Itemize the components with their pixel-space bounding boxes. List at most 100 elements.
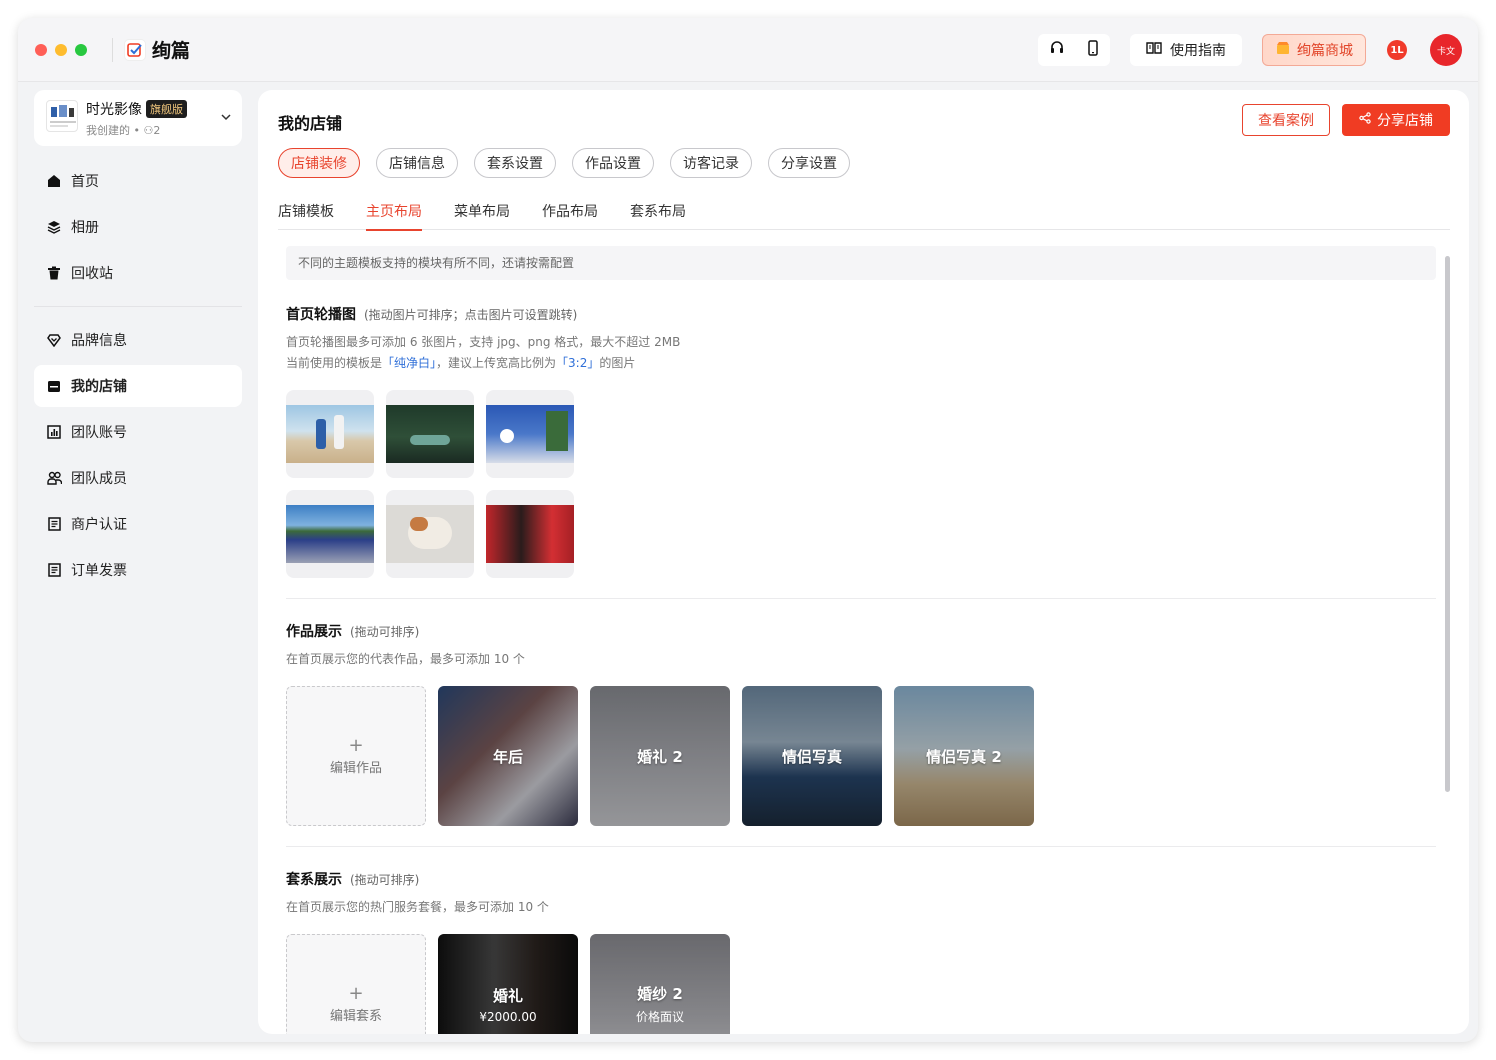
sidebar-item-brand[interactable]: 品牌信息	[34, 319, 242, 361]
store-icon	[46, 378, 62, 394]
sidebar-nav: 首页 相册 回收站 品牌信息 我的店铺 团队账号 团队成员 商户认证 订单发票	[34, 160, 242, 591]
maximize-window-button[interactable]	[75, 44, 87, 56]
studio-subtitle: 我创建的 • ⚇2	[86, 124, 161, 137]
home-layout-content: 不同的主题模板支持的模块有所不同，还请按需配置 首页轮播图 (拖动图片可排序；点击…	[286, 246, 1436, 1034]
banner-image-beach-couple	[286, 405, 374, 463]
plus-icon: +	[348, 734, 364, 756]
section-divider	[286, 598, 1436, 599]
package-card-price: ¥2000.00	[479, 1009, 537, 1024]
view-cases-button[interactable]: 查看案例	[1242, 104, 1330, 136]
packages-hint: (拖动可排序)	[350, 873, 420, 887]
studio-switcher[interactable]: 时光影像 旗舰版 我创建的 • ⚇2	[34, 90, 242, 146]
pill-visitor-log[interactable]: 访客记录	[670, 148, 752, 178]
team-icon	[46, 470, 62, 486]
packages-title: 套系展示	[286, 872, 342, 888]
banner-item[interactable]	[386, 490, 474, 578]
mall-label: 绚篇商城	[1297, 43, 1353, 59]
pill-package-settings[interactable]: 套系设置	[474, 148, 556, 178]
app-window: 绚篇 使用指南 绚篇商城 1L 卡文 时光影像 旗舰版 我创建的 • ⚇2 首页…	[18, 18, 1478, 1042]
minimize-window-button[interactable]	[55, 44, 67, 56]
tab-menu-layout[interactable]: 菜单布局	[454, 194, 510, 230]
studio-name-text: 时光影像	[86, 102, 142, 118]
sidebar-item-label: 品牌信息	[71, 333, 127, 349]
works-row: + 编辑作品 年后 婚礼 2 情侣写真 情侣写真 2	[286, 686, 1436, 826]
pill-store-info[interactable]: 店铺信息	[376, 148, 458, 178]
tab-home-layout[interactable]: 主页布局	[366, 194, 422, 231]
close-window-button[interactable]	[35, 44, 47, 56]
pill-work-settings[interactable]: 作品设置	[572, 148, 654, 178]
work-card-title: 年后	[492, 747, 523, 766]
banner-desc-2: 当前使用的模板是「纯净白」，建议上传宽高比例为「3:2」的图片	[286, 353, 1436, 374]
share-icon	[1359, 112, 1371, 128]
works-section: 作品展示 (拖动可排序) 在首页展示您的代表作品，最多可添加 10 个 + 编辑作…	[286, 621, 1436, 826]
sidebar-item-merchant-auth[interactable]: 商户认证	[34, 503, 242, 545]
banner-image-boat	[386, 405, 474, 463]
section-title: 套系展示 (拖动可排序)	[286, 869, 1436, 889]
banner-item[interactable]	[286, 490, 374, 578]
banner-item[interactable]	[286, 390, 374, 478]
sidebar-item-album[interactable]: 相册	[34, 206, 242, 248]
work-card[interactable]: 情侣写真 2	[894, 686, 1034, 826]
user-avatar[interactable]: 卡文	[1430, 34, 1462, 66]
works-hint: (拖动可排序)	[350, 625, 420, 639]
banner-image-stadium	[286, 505, 374, 563]
tab-store-template[interactable]: 店铺模板	[278, 194, 334, 230]
template-tip: 不同的主题模板支持的模块有所不同，还请按需配置	[286, 246, 1436, 280]
package-card-price: 价格面议	[635, 1010, 684, 1024]
banner-desc-1: 首页轮播图最多可添加 6 张图片，支持 jpg、png 格式，最大不超过 2MB	[286, 335, 681, 349]
sidebar-item-team-account[interactable]: 团队账号	[34, 411, 242, 453]
package-card-title: 婚礼	[492, 986, 523, 1005]
banner-item[interactable]	[486, 490, 574, 578]
sidebar-item-trash[interactable]: 回收站	[34, 252, 242, 294]
banner-hint: (拖动图片可排序；点击图片可设置跳转)	[364, 308, 578, 322]
pill-share-settings[interactable]: 分享设置	[768, 148, 850, 178]
work-card[interactable]: 婚礼 2	[590, 686, 730, 826]
document-icon	[46, 516, 62, 532]
title-bar: 绚篇 使用指南 绚篇商城 1L 卡文	[18, 18, 1478, 82]
template-name: 「纯净白」	[382, 356, 437, 370]
banner-item[interactable]	[486, 390, 574, 478]
sidebar-item-team-members[interactable]: 团队成员	[34, 457, 242, 499]
pill-store-decoration[interactable]: 店铺装修	[278, 148, 360, 178]
work-card[interactable]: 情侣写真	[742, 686, 882, 826]
headset-icon[interactable]	[1049, 40, 1065, 60]
package-card-title: 婚纱 2	[637, 985, 683, 1003]
edit-works-button[interactable]: + 编辑作品	[286, 686, 426, 826]
banner-desc-prefix: 当前使用的模板是	[286, 356, 383, 370]
works-title: 作品展示	[286, 624, 342, 640]
app-logo-icon	[124, 38, 146, 61]
work-card[interactable]: 年后	[438, 686, 578, 826]
diamond-icon	[46, 332, 62, 348]
package-card[interactable]: 婚纱 2 价格面议	[590, 934, 730, 1034]
mall-button[interactable]: 绚篇商城	[1262, 34, 1366, 66]
banner-image-event-stand	[486, 405, 574, 463]
share-store-button[interactable]: 分享店铺	[1342, 104, 1450, 136]
sidebar-item-label: 相册	[71, 220, 99, 236]
plus-icon: +	[348, 982, 364, 1004]
package-card[interactable]: 婚礼 ¥2000.00	[438, 934, 578, 1034]
chart-icon	[46, 424, 62, 440]
layout-subtabs: 店铺模板 主页布局 菜单布局 作品布局 套系布局	[278, 194, 1450, 231]
packages-desc: 在首页展示您的热门服务套餐，最多可添加 10 个	[286, 900, 549, 914]
page-title: 我的店铺	[278, 114, 343, 133]
titlebar-divider	[112, 38, 113, 62]
sidebar-item-order-invoice[interactable]: 订单发票	[34, 549, 242, 591]
sidebar-item-label: 订单发票	[71, 563, 127, 579]
invoice-icon	[46, 562, 62, 578]
sidebar-item-home[interactable]: 首页	[34, 160, 242, 202]
content-scrollbar[interactable]	[1445, 256, 1450, 792]
tab-package-layout[interactable]: 套系布局	[630, 194, 686, 230]
section-title: 首页轮播图 (拖动图片可排序；点击图片可设置跳转)	[286, 304, 1436, 324]
tab-work-layout[interactable]: 作品布局	[542, 194, 598, 230]
banner-item[interactable]	[386, 390, 474, 478]
notification-badge[interactable]: 1L	[1387, 40, 1407, 60]
edit-packages-button[interactable]: + 编辑套系	[286, 934, 426, 1034]
banner-image-photographer	[486, 505, 574, 563]
guide-button[interactable]: 使用指南	[1130, 34, 1242, 66]
share-store-label: 分享店铺	[1377, 113, 1433, 129]
sidebar: 时光影像 旗舰版 我创建的 • ⚇2 首页 相册 回收站 品牌信息 我的店铺 团…	[34, 90, 242, 595]
mobile-icon[interactable]	[1086, 40, 1100, 60]
main-panel: 我的店铺 查看案例 分享店铺 店铺装修 店铺信息 套系设置 作品设置 访客记录 …	[258, 90, 1469, 1034]
book-icon	[1146, 41, 1162, 59]
sidebar-item-my-store[interactable]: 我的店铺	[34, 365, 242, 407]
